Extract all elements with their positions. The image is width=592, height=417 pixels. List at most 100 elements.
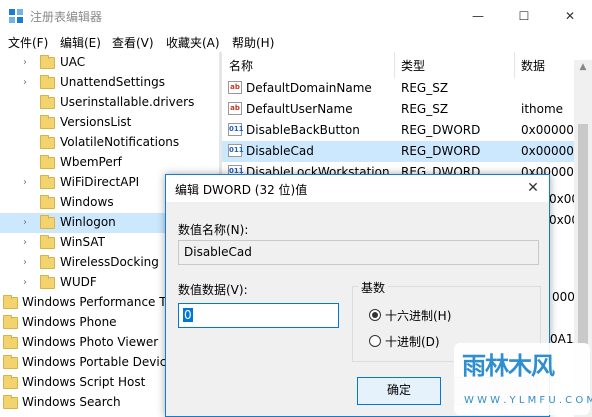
string-value-icon: ab	[228, 102, 242, 115]
tree-item-label: Windows Performance T	[22, 295, 167, 309]
folder-icon	[40, 55, 55, 69]
dialog-title: 编辑 DWORD (32 位)值	[175, 183, 308, 197]
hexadecimal-radio-label[interactable]: 十六进制(H)	[385, 307, 451, 324]
column-type-header[interactable]: 类型	[401, 57, 425, 74]
folder-icon	[40, 175, 55, 189]
column-data-header[interactable]: 数据	[521, 57, 545, 74]
scroll-up-arrow-icon[interactable]: ▲	[574, 60, 592, 74]
value-data-cell: ithome	[521, 102, 564, 116]
column-name-header[interactable]: 名称	[229, 57, 253, 74]
folder-icon	[40, 155, 55, 169]
menu-favorites[interactable]: 收藏夹(A)	[166, 34, 220, 51]
dialog-title-bar: 编辑 DWORD (32 位)值 ✕	[166, 175, 549, 202]
tree-item-label: Windows	[60, 195, 114, 209]
value-data-cell: 0x000000	[521, 144, 582, 158]
minimize-button[interactable]: —	[455, 0, 501, 32]
window-title: 注册表编辑器	[30, 10, 103, 24]
folder-icon	[3, 315, 18, 329]
base-group-label: 基数	[358, 279, 389, 296]
folder-icon	[40, 275, 55, 289]
scroll-thumb[interactable]	[578, 124, 588, 344]
value-data-input[interactable]: 0	[178, 303, 339, 328]
value-name-field: DisableCad	[178, 240, 539, 265]
string-value-icon: ab	[228, 81, 242, 94]
folder-icon	[3, 375, 18, 389]
expand-chevron-icon[interactable]: ›	[23, 57, 33, 69]
expand-chevron-icon[interactable]: ›	[23, 257, 33, 269]
menu-view[interactable]: 查看(V)	[112, 34, 154, 51]
folder-icon	[3, 335, 18, 349]
value-name-label: 数值名称(N):	[178, 223, 249, 237]
close-button[interactable]: ✕	[547, 0, 592, 32]
tree-item-label: WiFiDirectAPI	[60, 175, 140, 189]
title-bar: 注册表编辑器 — ☐ ✕	[0, 0, 592, 32]
expand-chevron-icon[interactable]: ›	[23, 177, 33, 189]
value-data-cell: 0x000000	[521, 123, 582, 137]
value-row[interactable]: 011 DisableBackButton REG_DWORD 0x000000	[222, 120, 582, 141]
menu-help[interactable]: 帮助(H)	[232, 34, 274, 51]
decimal-radio[interactable]	[369, 335, 381, 347]
value-row[interactable]: 011 DisableCad REG_DWORD 0x000000	[222, 141, 582, 162]
value-row[interactable]: ab DefaultUserName REG_SZ ithome	[222, 99, 574, 120]
tree-item-label: WUDF	[60, 275, 97, 289]
folder-icon	[40, 255, 55, 269]
ok-button[interactable]: 确定	[357, 377, 441, 405]
partial-data-cell: 000	[552, 290, 575, 304]
value-type-cell: REG_SZ	[401, 81, 449, 95]
folder-icon	[3, 395, 18, 409]
value-data-label: 数值数据(V):	[178, 283, 248, 297]
tree-item-label: UnattendSettings	[60, 75, 165, 89]
tree-item-label: Userinstallable.drivers	[60, 95, 195, 109]
binary-value-icon: 011	[228, 144, 244, 157]
tree-item-label: WirelessDocking	[60, 255, 159, 269]
menu-edit[interactable]: 编辑(E)	[60, 34, 101, 51]
expand-chevron-icon[interactable]: ›	[23, 237, 33, 249]
tree-item-label: Windows Search	[22, 395, 121, 409]
folder-icon	[40, 215, 55, 229]
tree-item-label: Windows Photo Viewer	[22, 335, 159, 349]
expand-chevron-icon[interactable]: ›	[23, 277, 33, 289]
folder-icon	[40, 135, 55, 149]
tree-item[interactable]: Userinstallable.drivers	[0, 93, 219, 113]
tree-item[interactable]: › UnattendSettings	[0, 73, 219, 93]
menu-file[interactable]: 文件(F)	[8, 34, 48, 51]
tree-item[interactable]: WbemPerf	[0, 153, 219, 173]
registry-editor-icon	[9, 9, 23, 23]
tree-item-label: Windows Script Host	[22, 375, 146, 389]
maximize-button[interactable]: ☐	[501, 0, 547, 32]
column-divider[interactable]	[394, 52, 395, 78]
value-type-cell: REG_DWORD	[401, 123, 481, 137]
tree-item-label: VersionsList	[60, 115, 132, 129]
value-name-cell: DisableCad	[246, 144, 314, 158]
tree-item[interactable]: VersionsList	[0, 113, 219, 133]
tree-item-label: Winlogon	[60, 215, 116, 229]
value-name-cell: DisableBackButton	[246, 123, 360, 137]
expand-chevron-icon[interactable]: ›	[23, 217, 33, 229]
menu-bar: 文件(F) 编辑(E) 查看(V) 收藏夹(A) 帮助(H)	[0, 32, 592, 52]
minimize-icon: —	[472, 9, 484, 23]
folder-icon	[40, 115, 55, 129]
value-type-cell: REG_DWORD	[401, 144, 481, 158]
folder-icon	[3, 295, 18, 309]
folder-icon	[40, 75, 55, 89]
value-row[interactable]: ab DefaultDomainName REG_SZ	[222, 78, 574, 99]
folder-icon	[40, 195, 55, 209]
decimal-radio-label[interactable]: 十进制(D)	[385, 333, 440, 350]
watermark-logo: 雨林木风	[462, 352, 555, 380]
expand-chevron-icon[interactable]: ›	[23, 77, 33, 89]
column-divider[interactable]	[514, 52, 515, 78]
tree-item-label: UAC	[60, 55, 86, 69]
tree-item[interactable]: › UAC	[0, 53, 219, 73]
folder-icon	[40, 95, 55, 109]
tree-item-label: Windows Portable Device	[22, 355, 174, 369]
tree-item[interactable]: VolatileNotifications	[0, 133, 219, 153]
hexadecimal-radio[interactable]	[369, 309, 381, 321]
dialog-close-icon[interactable]: ✕	[521, 178, 545, 198]
value-type-cell: REG_SZ	[401, 102, 449, 116]
tree-item-label: VolatileNotifications	[60, 135, 180, 149]
binary-value-icon: 011	[228, 123, 244, 136]
folder-icon	[40, 235, 55, 249]
tree-item-label: WbemPerf	[60, 155, 122, 169]
maximize-icon: ☐	[518, 9, 530, 23]
tree-item-label: Windows Phone	[22, 315, 117, 329]
